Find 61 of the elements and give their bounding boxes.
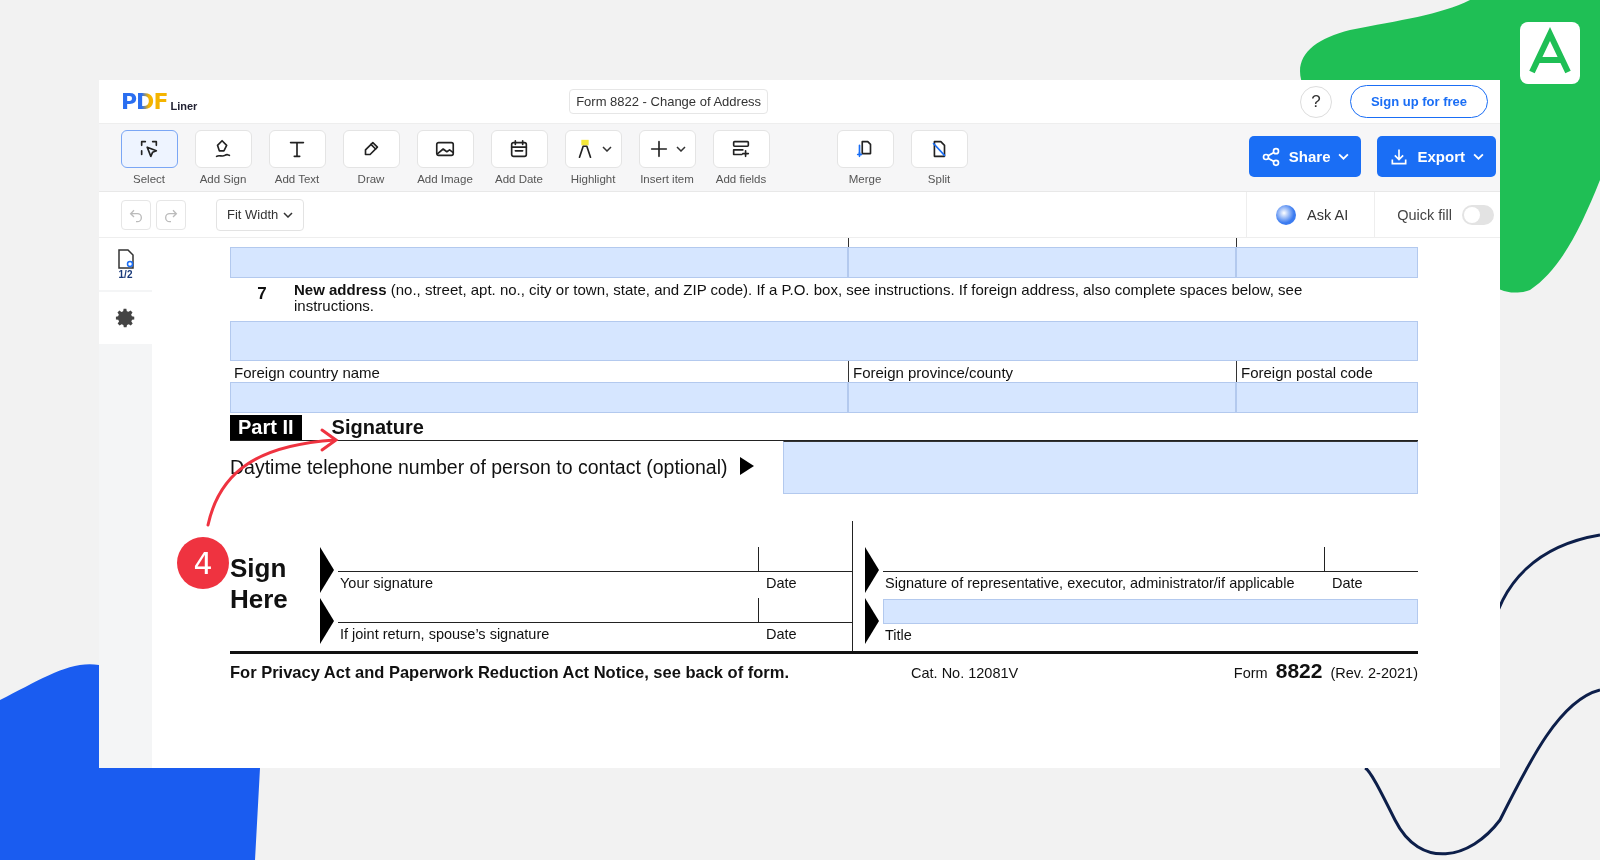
field-label: Foreign country name	[233, 363, 381, 382]
field-label: Date	[765, 575, 798, 591]
field-label: Date	[765, 626, 798, 642]
field-label: Title	[884, 626, 913, 643]
signup-button[interactable]: Sign up for free	[1349, 85, 1488, 118]
tool-label: Draw	[357, 173, 385, 185]
calendar-icon	[508, 138, 530, 160]
revision-date: (Rev. 2-2021)	[1330, 665, 1418, 681]
caret-icon	[283, 211, 294, 218]
input-field[interactable]	[783, 441, 1418, 494]
field-label: Date	[1331, 575, 1364, 591]
tool-label: Merge	[848, 173, 882, 185]
export-button[interactable]: Export	[1377, 136, 1496, 177]
tool-label: Add fields	[715, 173, 767, 185]
plus-icon	[648, 138, 670, 160]
form-label: Form	[1233, 665, 1268, 681]
tool-label: Add Sign	[199, 173, 247, 185]
line-number: 7	[256, 283, 268, 305]
page-icon	[116, 248, 135, 269]
section-title: Signature	[331, 415, 424, 440]
zoom-dropdown[interactable]: Fit Width	[216, 198, 305, 231]
share-icon	[1260, 146, 1281, 167]
tool-label: Add Text	[274, 173, 320, 185]
share-button[interactable]: Share	[1248, 136, 1362, 177]
privacy-notice: For Privacy Act and Paperwork Reduction Act Notice, see back of form.	[230, 663, 789, 682]
caret-icon	[602, 146, 612, 152]
document-title: Form 8822 - Change of Address	[569, 89, 769, 114]
caret-icon	[676, 146, 686, 152]
triangle-icon	[739, 457, 754, 475]
toggle-label: Quick fill	[1397, 206, 1452, 223]
field-label: Your signature	[339, 575, 434, 591]
orb-icon	[1275, 203, 1298, 226]
page-counter[interactable]: 1/2	[99, 238, 152, 290]
tool-label: Highlight	[570, 173, 616, 185]
tool-button[interactable]	[120, 130, 178, 168]
triangle-icon	[320, 598, 334, 644]
tool-label: Select	[133, 173, 165, 185]
field-label: If joint return, spouse’s signature	[339, 626, 551, 642]
tool-label: Insert item	[640, 173, 694, 185]
catalog-number: Cat. No. 12081V	[911, 665, 1019, 681]
tool-label: Split	[927, 173, 951, 185]
sign-heading: Sign Here	[230, 552, 289, 616]
toggle-switch[interactable]	[1462, 204, 1494, 225]
form-fields-icon	[730, 138, 752, 160]
instruction-text: New address (no., street, apt. no., city or town, state, and ZIP code). If a P.O. box, see instructions. If foreign address, also complete spaces below, see instructions.	[294, 282, 1304, 315]
ask-ai-button[interactable]: Ask AI	[1246, 192, 1376, 237]
cursor-icon	[138, 138, 160, 160]
triangle-icon	[865, 598, 879, 644]
form-number: 8822	[1275, 659, 1323, 683]
part-label: Part II	[230, 415, 302, 440]
triangle-icon	[320, 547, 334, 593]
triangle-icon	[865, 547, 879, 593]
tool-label: Add Date	[495, 173, 543, 185]
field-label: Signature of representative, executor, administrator/if applicable	[884, 575, 1296, 591]
logo-subtitle: Liner	[170, 99, 198, 112]
caret-icon	[1338, 153, 1350, 160]
logo-icon	[1520, 22, 1580, 84]
tool-label: Add Image	[417, 173, 473, 185]
help-button[interactable]: ?	[1299, 85, 1332, 118]
caret-icon	[1473, 153, 1484, 160]
settings-icon[interactable]	[114, 307, 137, 329]
